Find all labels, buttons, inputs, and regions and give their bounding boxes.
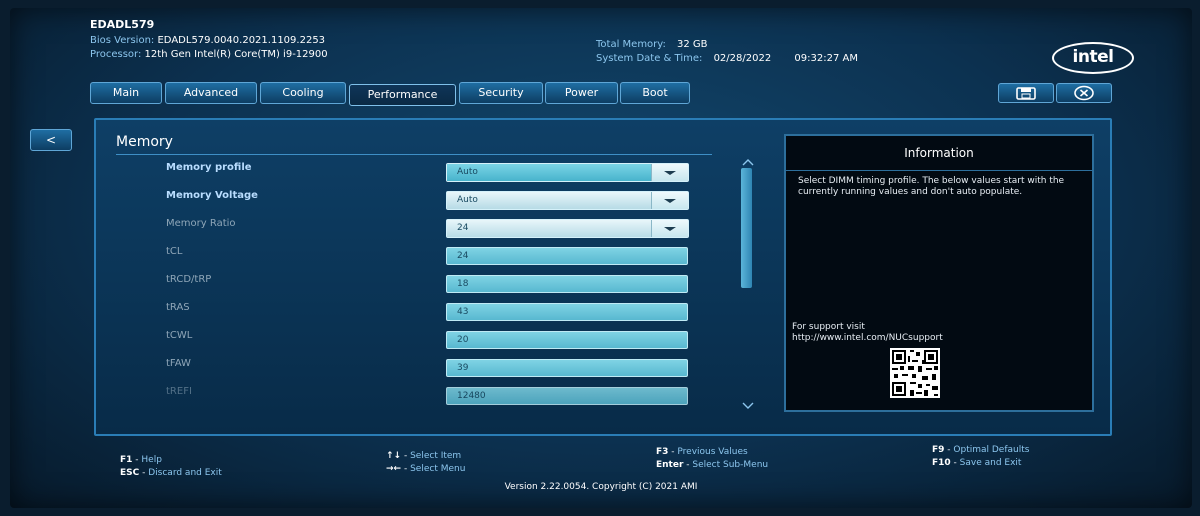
- tab-performance[interactable]: Performance: [349, 84, 456, 106]
- tcwl-field[interactable]: 20: [446, 331, 688, 349]
- footer-key: ESC: [120, 468, 140, 478]
- footer-navigation: ↑↓ - Select Item →← - Select Menu: [386, 451, 466, 474]
- tcwl-label: tCWL: [166, 330, 193, 341]
- chevron-down-icon[interactable]: [651, 220, 688, 237]
- scroll-up-icon[interactable]: [742, 158, 754, 168]
- trcd-trp-field[interactable]: 18: [446, 275, 688, 293]
- system-datetime: System Date & Time: 02/28/2022 09:32:27 …: [596, 52, 858, 66]
- processor-label: Processor:: [90, 49, 142, 60]
- tras-field[interactable]: 43: [446, 303, 688, 321]
- bios-version-label: Bios Version:: [90, 35, 155, 46]
- save-button[interactable]: [998, 83, 1054, 103]
- trefi-label: tREFI: [166, 386, 192, 397]
- chevron-down-icon[interactable]: [651, 164, 688, 181]
- tab-power[interactable]: Power: [545, 82, 618, 104]
- exit-icon: [1074, 85, 1094, 101]
- memory-profile-value: Auto: [447, 164, 652, 181]
- footer-desc: Previous Values: [677, 447, 748, 457]
- footer-defaults: F9 - Optimal Defaults F10 - Save and Exi…: [932, 445, 1030, 468]
- footer-key: F3: [656, 447, 669, 457]
- memory-panel: Memory Memory profile Auto Memory Voltag…: [94, 118, 1112, 436]
- tfaw-label: tFAW: [166, 358, 191, 369]
- footer-values: F3 - Previous Values Enter - Select Sub-…: [656, 447, 769, 470]
- tab-boot[interactable]: Boot: [620, 82, 690, 104]
- bios-version-value: EDADL579.0040.2021.1109.2253: [157, 35, 326, 46]
- support-line: For support visit: [792, 322, 865, 332]
- chevron-down-icon[interactable]: [651, 192, 688, 209]
- memory-voltage-select[interactable]: Auto: [446, 191, 689, 210]
- bios-version: Bios Version: EDADL579.0040.2021.1109.22…: [90, 34, 325, 48]
- information-divider: [786, 170, 1092, 171]
- version-info: Version 2.22.0054. Copyright (C) 2021 AM…: [504, 482, 698, 492]
- save-icon: [1016, 86, 1036, 100]
- tcl-field[interactable]: 24: [446, 247, 688, 265]
- footer-desc: Select Menu: [410, 464, 466, 474]
- memory-profile-label: Memory profile: [166, 162, 252, 173]
- scroll-down-icon[interactable]: [742, 402, 754, 412]
- trcd-trp-label: tRCD/tRP: [166, 274, 212, 285]
- footer-key: F10: [932, 458, 951, 468]
- support-url: http://www.intel.com/NUCsupport: [792, 333, 943, 343]
- time-value: 09:32:27 AM: [794, 53, 858, 64]
- footer-desc: Save and Exit: [959, 458, 1022, 468]
- tab-security[interactable]: Security: [459, 82, 543, 104]
- section-title: Memory: [116, 134, 173, 150]
- footer-desc: Optimal Defaults: [953, 445, 1030, 455]
- section-divider: [116, 154, 712, 155]
- datetime-label: System Date & Time:: [596, 53, 703, 64]
- qr-code-icon: [890, 348, 940, 398]
- memory-ratio-label: Memory Ratio: [166, 218, 236, 229]
- footer-desc: Select Sub-Menu: [692, 460, 769, 470]
- information-title: Information: [904, 146, 974, 160]
- tab-main[interactable]: Main: [90, 82, 162, 104]
- footer-desc: Select Item: [410, 451, 462, 461]
- support-info: For support visit http://www.intel.com/N…: [792, 322, 943, 344]
- footer-key: F9: [932, 445, 945, 455]
- memory-ratio-select[interactable]: 24: [446, 219, 689, 238]
- processor-info: Processor: 12th Gen Intel(R) Core(TM) i9…: [90, 48, 328, 62]
- tcl-label: tCL: [166, 246, 183, 257]
- tfaw-field[interactable]: 39: [446, 359, 688, 377]
- footer-key: ↑↓: [386, 451, 402, 461]
- footer-key: →←: [386, 464, 402, 474]
- total-memory-value: 32 GB: [677, 39, 708, 50]
- memory-voltage-label: Memory Voltage: [166, 190, 258, 201]
- tab-advanced[interactable]: Advanced: [165, 82, 257, 104]
- trefi-field[interactable]: 12480: [446, 387, 688, 405]
- total-memory-label: Total Memory:: [596, 39, 666, 50]
- tras-label: tRAS: [166, 302, 190, 313]
- model-name: EDADL579: [90, 18, 155, 31]
- footer-key: Enter: [656, 460, 684, 470]
- processor-value: 12th Gen Intel(R) Core(TM) i9-12900: [144, 49, 328, 60]
- tab-cooling[interactable]: Cooling: [260, 82, 346, 104]
- back-button[interactable]: <: [30, 129, 72, 151]
- footer-desc: Discard and Exit: [148, 468, 222, 478]
- exit-button[interactable]: [1056, 83, 1112, 103]
- information-text: Select DIMM timing profile. The below va…: [798, 176, 1065, 197]
- footer-key: F1: [120, 455, 133, 465]
- information-pane: Information Select DIMM timing profile. …: [784, 134, 1094, 412]
- scrollbar-thumb[interactable]: [741, 168, 752, 288]
- footer-help: F1 - Help ESC - Discard and Exit: [120, 455, 222, 478]
- memory-voltage-value: Auto: [447, 192, 652, 209]
- total-memory: Total Memory: 32 GB: [596, 38, 708, 52]
- intel-logo: intel: [1052, 42, 1134, 74]
- memory-profile-select[interactable]: Auto: [446, 163, 689, 182]
- bios-screen: EDADL579 Bios Version: EDADL579.0040.202…: [10, 8, 1192, 508]
- date-value: 02/28/2022: [713, 53, 772, 64]
- footer-desc: Help: [141, 455, 162, 465]
- memory-ratio-value: 24: [447, 220, 652, 237]
